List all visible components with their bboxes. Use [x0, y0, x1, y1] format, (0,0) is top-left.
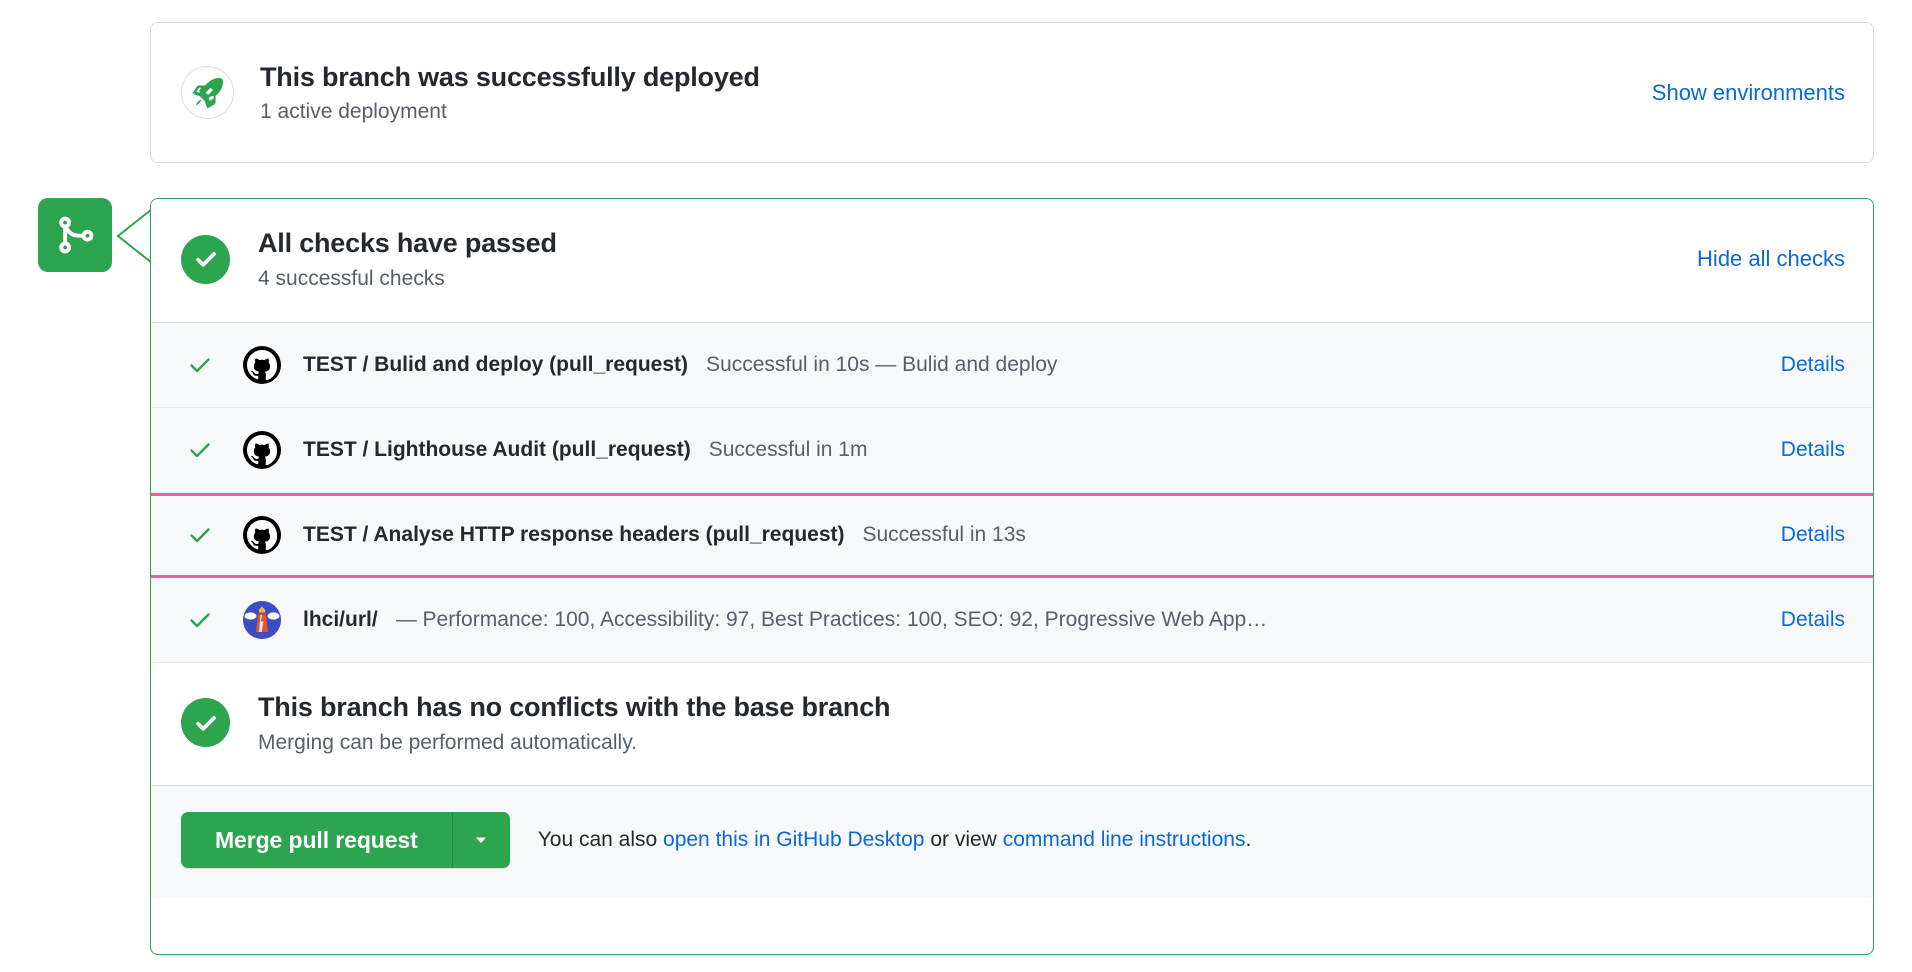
check-icon: [187, 437, 217, 463]
details-link[interactable]: Details: [1781, 438, 1845, 462]
check-icon: [187, 352, 217, 378]
details-link[interactable]: Details: [1781, 353, 1845, 377]
github-actions-icon: [243, 430, 281, 469]
check-name[interactable]: TEST / Lighthouse Audit (pull_request): [303, 438, 691, 462]
merge-button-group: Merge pull request: [181, 812, 510, 869]
note-prefix: You can also: [537, 828, 664, 852]
merge-status-panel: All checks have passed 4 successful chec…: [150, 198, 1874, 955]
checks-list: TEST / Bulid and deploy (pull_request) S…: [151, 322, 1873, 663]
check-description: — Performance: 100, Accessibility: 97, B…: [395, 607, 1268, 631]
github-actions-icon: [243, 345, 281, 384]
check-description: Successful in 1m: [708, 437, 868, 461]
check-name[interactable]: lhci/url/: [303, 608, 378, 632]
checks-title: All checks have passed: [258, 228, 557, 258]
conflicts-subtitle: Merging can be performed automatically.: [258, 730, 637, 754]
merge-conflicts-section: This branch has no conflicts with the ba…: [151, 662, 1873, 787]
check-circle-icon: [181, 234, 230, 284]
conflicts-title: This branch has no conflicts with the ba…: [258, 691, 891, 722]
pull-request-merge-box: This branch was successfully deployed 1 …: [0, 0, 1912, 972]
merge-footer: Merge pull request You can also open thi…: [151, 786, 1873, 899]
check-description: Successful in 10s — Bulid and deploy: [706, 352, 1058, 376]
github-actions-icon: [243, 516, 281, 555]
hide-all-checks-link[interactable]: Hide all checks: [1697, 246, 1845, 272]
deployment-title: This branch was successfully deployed: [260, 61, 760, 92]
check-icon: [187, 607, 217, 633]
table-row[interactable]: TEST / Bulid and deploy (pull_request) S…: [151, 322, 1873, 408]
github-desktop-link[interactable]: open this in GitHub Desktop: [663, 828, 924, 851]
check-name[interactable]: TEST / Analyse HTTP response headers (pu…: [303, 523, 845, 547]
checks-summary-text: All checks have passed 4 successful chec…: [258, 227, 1697, 292]
callout-pointer: [116, 208, 152, 264]
conflicts-text-block: This branch has no conflicts with the ba…: [258, 691, 891, 756]
check-icon: [187, 522, 217, 548]
table-row[interactable]: TEST / Lighthouse Audit (pull_request) S…: [151, 407, 1873, 493]
checks-subtitle: 4 successful checks: [258, 267, 445, 291]
check-circle-icon: [181, 698, 230, 748]
lighthouse-ci-icon: [243, 600, 281, 639]
merge-help-note: You can also open this in GitHub Desktop…: [538, 828, 1252, 852]
rocket-icon: [181, 66, 234, 119]
git-merge-icon: [38, 198, 112, 272]
table-row[interactable]: lhci/url/ — Performance: 100, Accessibil…: [151, 577, 1873, 663]
deployment-text-block: This branch was successfully deployed 1 …: [260, 61, 1652, 125]
check-name[interactable]: TEST / Bulid and deploy (pull_request): [303, 353, 688, 377]
check-description: Successful in 13s: [862, 523, 1026, 547]
note-middle: or view: [924, 828, 1003, 852]
chevron-down-icon[interactable]: [451, 812, 510, 869]
command-line-instructions-link[interactable]: command line instructions: [1003, 828, 1246, 851]
show-environments-link[interactable]: Show environments: [1652, 80, 1845, 106]
details-link[interactable]: Details: [1781, 523, 1845, 547]
merge-pull-request-button[interactable]: Merge pull request: [181, 812, 452, 869]
deployment-banner: This branch was successfully deployed 1 …: [150, 22, 1874, 163]
details-link[interactable]: Details: [1781, 608, 1845, 632]
checks-summary-header: All checks have passed 4 successful chec…: [151, 199, 1873, 323]
deployment-subtitle: 1 active deployment: [260, 100, 447, 124]
note-suffix: .: [1245, 828, 1252, 852]
table-row-highlighted[interactable]: TEST / Analyse HTTP response headers (pu…: [151, 492, 1873, 578]
